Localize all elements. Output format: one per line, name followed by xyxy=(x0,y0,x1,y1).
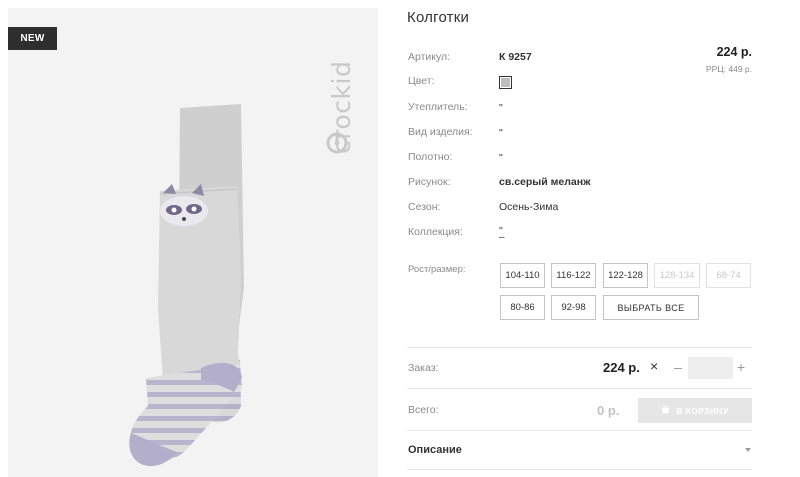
color-swatch[interactable] xyxy=(499,76,512,89)
fabric-value: " xyxy=(499,152,503,164)
total-value: 0 р. xyxy=(597,403,620,418)
quantity-increase-button[interactable]: + xyxy=(737,359,745,375)
size-option-80-86[interactable]: 80-86 xyxy=(500,295,545,320)
size-option-128-134[interactable]: 128-134 xyxy=(654,263,700,288)
divider xyxy=(407,388,752,389)
product-title: Колготки xyxy=(407,9,470,26)
quantity-decrease-button[interactable]: – xyxy=(674,359,682,375)
size-option-104-110[interactable]: 104-110 xyxy=(500,263,545,288)
chevron-down-icon[interactable] xyxy=(745,448,751,452)
size-option-116-122[interactable]: 116-122 xyxy=(551,263,596,288)
insulation-label: Утеплитель: xyxy=(408,101,468,113)
order-label: Заказ: xyxy=(408,362,439,374)
sizes-label: Рост/размер: xyxy=(408,264,466,275)
item-type-label: Вид изделия: xyxy=(408,126,473,138)
season-value: Осень-Зима xyxy=(499,201,559,213)
insulation-value: " xyxy=(499,102,503,114)
size-option-122-128[interactable]: 122-128 xyxy=(603,263,648,288)
pattern-value: св.серый меланж xyxy=(499,176,591,188)
season-label: Сезон: xyxy=(408,201,441,213)
add-to-cart-button[interactable]: В КОРЗИНУ xyxy=(638,398,752,423)
collection-extra: – xyxy=(499,232,505,243)
divider xyxy=(407,469,752,470)
divider xyxy=(407,347,752,348)
color-label: Цвет: xyxy=(408,75,435,87)
quantity-input[interactable] xyxy=(688,357,733,379)
size-option-92-98[interactable]: 92-98 xyxy=(551,295,596,320)
total-label: Всего: xyxy=(408,404,439,416)
item-type-value: " xyxy=(499,127,503,139)
product-image[interactable]: NEW crockid xyxy=(8,8,378,477)
new-badge: NEW xyxy=(8,27,57,50)
description-toggle[interactable]: Описание xyxy=(408,444,462,456)
article-label: Артикул: xyxy=(408,51,451,63)
pattern-label: Рисунок: xyxy=(408,176,451,188)
order-price: 224 р. xyxy=(603,360,640,375)
divider xyxy=(407,430,752,431)
size-option-68-74[interactable]: 68-74 xyxy=(706,263,751,288)
cart-icon xyxy=(662,406,670,414)
product-price: 224 р. xyxy=(716,45,752,59)
collection-label: Коллекция: xyxy=(408,226,463,238)
brand-mark-icon xyxy=(326,132,348,154)
brand-logo: crockid xyxy=(326,61,356,154)
select-all-sizes-button[interactable]: ВЫБРАТЬ ВСЕ xyxy=(603,295,699,320)
times-icon: × xyxy=(650,358,659,374)
collection-value: " – xyxy=(499,226,505,243)
fabric-label: Полотно: xyxy=(408,151,453,163)
article-value: К 9257 xyxy=(499,51,532,63)
tights-illustration xyxy=(129,104,244,467)
recommended-retail-price: РРЦ: 449 р. xyxy=(706,64,752,74)
add-to-cart-label: В КОРЗИНУ xyxy=(676,405,729,416)
